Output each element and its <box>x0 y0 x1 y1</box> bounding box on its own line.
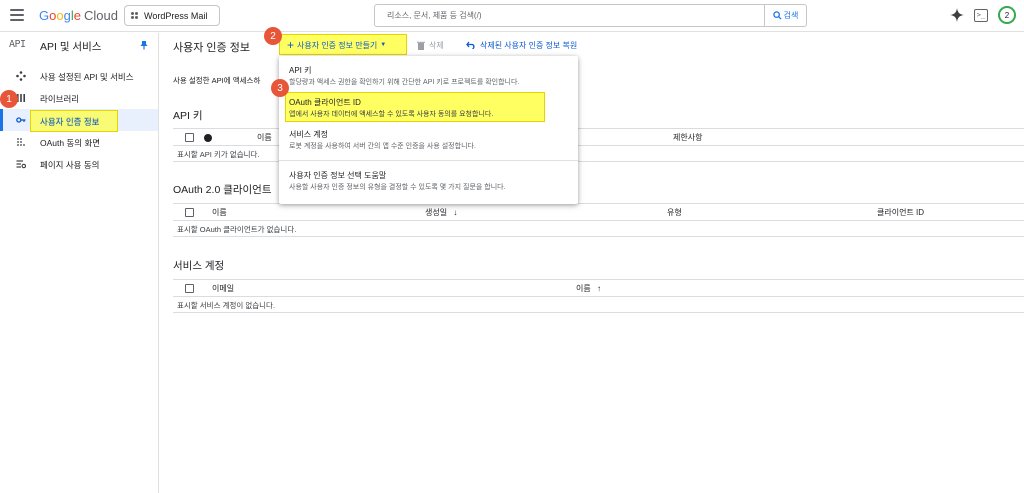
page-description: 사용 설정한 API에 액세스하 <box>173 76 261 85</box>
service-accounts-section-title: 서비스 계정 <box>173 260 225 272</box>
oauth-table-header: 이름 생성일 ↓ 유형 클라이언트 ID <box>173 203 1024 221</box>
sort-down-icon: ↓ <box>453 208 458 217</box>
create-credentials-button[interactable]: + 사용자 인증 정보 만들기 ▼ <box>279 35 407 55</box>
restore-label: 삭제된 사용자 인증 정보 복원 <box>480 40 578 50</box>
sidebar: API API 및 서비스 사용 설정된 API 및 서비스 라이브러리 사용자… <box>0 33 159 493</box>
search-button-label: 검색 <box>783 11 799 20</box>
settings-list-icon <box>16 160 26 169</box>
project-picker[interactable]: WordPress Mail <box>124 5 220 26</box>
api-keys-section-title: API 키 <box>173 110 203 122</box>
delete-label: 삭제 <box>429 40 444 50</box>
column-header-name[interactable]: 이름 ↑ <box>576 283 601 294</box>
column-header-label: 생성일 <box>425 208 448 217</box>
project-dots-icon <box>131 11 139 20</box>
menu-item-description: 사용할 사용자 인증 정보의 유형을 결정할 수 있도록 몇 가지 질문을 합니… <box>289 184 506 191</box>
sidebar-item-library[interactable]: 라이브러리 <box>0 87 158 109</box>
service-accounts-empty-message: 표시할 서비스 계정이 없습니다. <box>173 297 1024 313</box>
main-menu-icon[interactable] <box>10 9 24 21</box>
select-all-checkbox[interactable] <box>185 208 194 217</box>
step-badge-1: 1 <box>0 90 18 108</box>
menu-item-description: 할당량과 액세스 권한을 확인하기 위해 간단한 API 키로 프로젝트를 확인… <box>289 79 520 86</box>
avatar[interactable]: 2 <box>998 6 1016 24</box>
menu-item-service-account[interactable]: 서비스 계정 로봇 계정을 사용하여 서버 간의 앱 수준 인증을 사용 설정합… <box>279 123 578 157</box>
top-bar: GoogleCloud WordPress Mail 검색 >_ 2 <box>0 0 1024 32</box>
dropdown-arrow-icon: ▼ <box>380 42 387 48</box>
column-header-label: 이름 <box>576 284 591 293</box>
column-header[interactable]: 클라이언트 ID <box>877 207 924 218</box>
search-button[interactable]: 검색 <box>764 5 806 26</box>
menu-item-title: 서비스 계정 <box>289 130 329 139</box>
menu-divider <box>279 160 578 161</box>
sidebar-item-label: 페이지 사용 동의 <box>40 160 100 170</box>
sidebar-credentials-label-overlay: 사용자 인증 정보 <box>40 117 100 127</box>
status-dot-icon <box>204 134 212 142</box>
create-credentials-label: 사용자 인증 정보 만들기 <box>297 40 378 50</box>
sidebar-item-page-usage-consent[interactable]: 페이지 사용 동의 <box>0 153 158 175</box>
create-credentials-menu: API 키 할당량과 액세스 권한을 확인하기 위해 간단한 API 키로 프로… <box>279 56 578 204</box>
brand-cloud-text: Cloud <box>83 8 118 23</box>
gemini-sparkle-icon[interactable] <box>950 8 964 22</box>
undo-icon <box>466 41 475 49</box>
search-icon <box>772 11 782 20</box>
select-all-checkbox[interactable] <box>185 284 194 293</box>
oauth-section-title: OAuth 2.0 클라이언트 <box>173 184 272 196</box>
trash-icon <box>417 41 425 50</box>
select-all-checkbox[interactable] <box>185 133 194 142</box>
cloud-shell-icon[interactable]: >_ <box>974 8 988 22</box>
restore-deleted-button[interactable]: 삭제된 사용자 인증 정보 복원 <box>466 35 577 55</box>
sidebar-item-label: OAuth 동의 화면 <box>40 138 101 148</box>
sidebar-item-label: 사용 설정된 API 및 서비스 <box>40 72 134 82</box>
search-input[interactable] <box>375 5 765 26</box>
active-indicator <box>0 109 3 131</box>
column-header[interactable]: 이메일 <box>212 283 234 294</box>
column-header[interactable]: 이름 <box>212 207 227 218</box>
column-header[interactable]: 이름 <box>257 132 272 143</box>
column-header[interactable]: 유형 <box>667 207 682 218</box>
diamond-dots-icon <box>16 71 26 81</box>
oauth-empty-message: 표시할 OAuth 클라이언트가 없습니다. <box>173 221 1024 237</box>
column-header-created[interactable]: 생성일 ↓ <box>425 207 457 218</box>
menu-item-api-key[interactable]: API 키 할당량과 액세스 권한을 확인하기 위해 간단한 API 키로 프로… <box>279 56 578 92</box>
menu-item-title: OAuth 클라이언트 ID <box>289 98 361 107</box>
menu-item-oauth-client-id[interactable]: OAuth 클라이언트 ID 앱에서 사용자 데이터에 액세스할 수 있도록 사… <box>279 92 578 122</box>
google-cloud-logo[interactable]: Google Cloud <box>39 8 118 23</box>
sort-up-icon: ↑ <box>596 284 601 293</box>
menu-item-title: API 키 <box>289 66 312 75</box>
menu-item-help-me-choose[interactable]: 사용자 인증 정보 선택 도움말 사용할 사용자 인증 정보의 유형을 결정할 … <box>279 164 578 200</box>
sidebar-item-oauth-consent[interactable]: OAuth 동의 화면 <box>0 131 158 153</box>
search-box: 검색 <box>374 4 807 27</box>
menu-item-description: 앱에서 사용자 데이터에 액세스할 수 있도록 사용자 동의를 요청합니다. <box>289 111 494 118</box>
column-header: 제한사항 <box>673 133 703 142</box>
sidebar-title: API 및 서비스 <box>40 41 102 53</box>
menu-item-description: 로봇 계정을 사용하여 서버 간의 앱 수준 인증을 사용 설정합니다. <box>289 143 476 150</box>
sidebar-header: API API 및 서비스 <box>0 33 159 57</box>
project-name: WordPress Mail <box>144 10 208 21</box>
menu-item-title: 사용자 인증 정보 선택 도움말 <box>289 171 387 180</box>
step-badge-3: 3 <box>271 79 289 97</box>
pin-icon[interactable] <box>139 40 149 50</box>
key-icon <box>16 117 26 123</box>
api-logo-icon: API <box>9 39 26 50</box>
delete-button[interactable]: 삭제 <box>417 35 444 55</box>
sidebar-item-enabled-apis[interactable]: 사용 설정된 API 및 서비스 <box>0 65 158 87</box>
sidebar-item-label: 라이브러리 <box>40 94 80 104</box>
service-accounts-table-header: 이메일 이름 ↑ <box>173 279 1024 297</box>
dots-grid-icon <box>17 138 25 146</box>
step-badge-2: 2 <box>264 27 282 45</box>
plus-icon: + <box>287 38 295 52</box>
page-title: 사용자 인증 정보 <box>173 42 250 54</box>
